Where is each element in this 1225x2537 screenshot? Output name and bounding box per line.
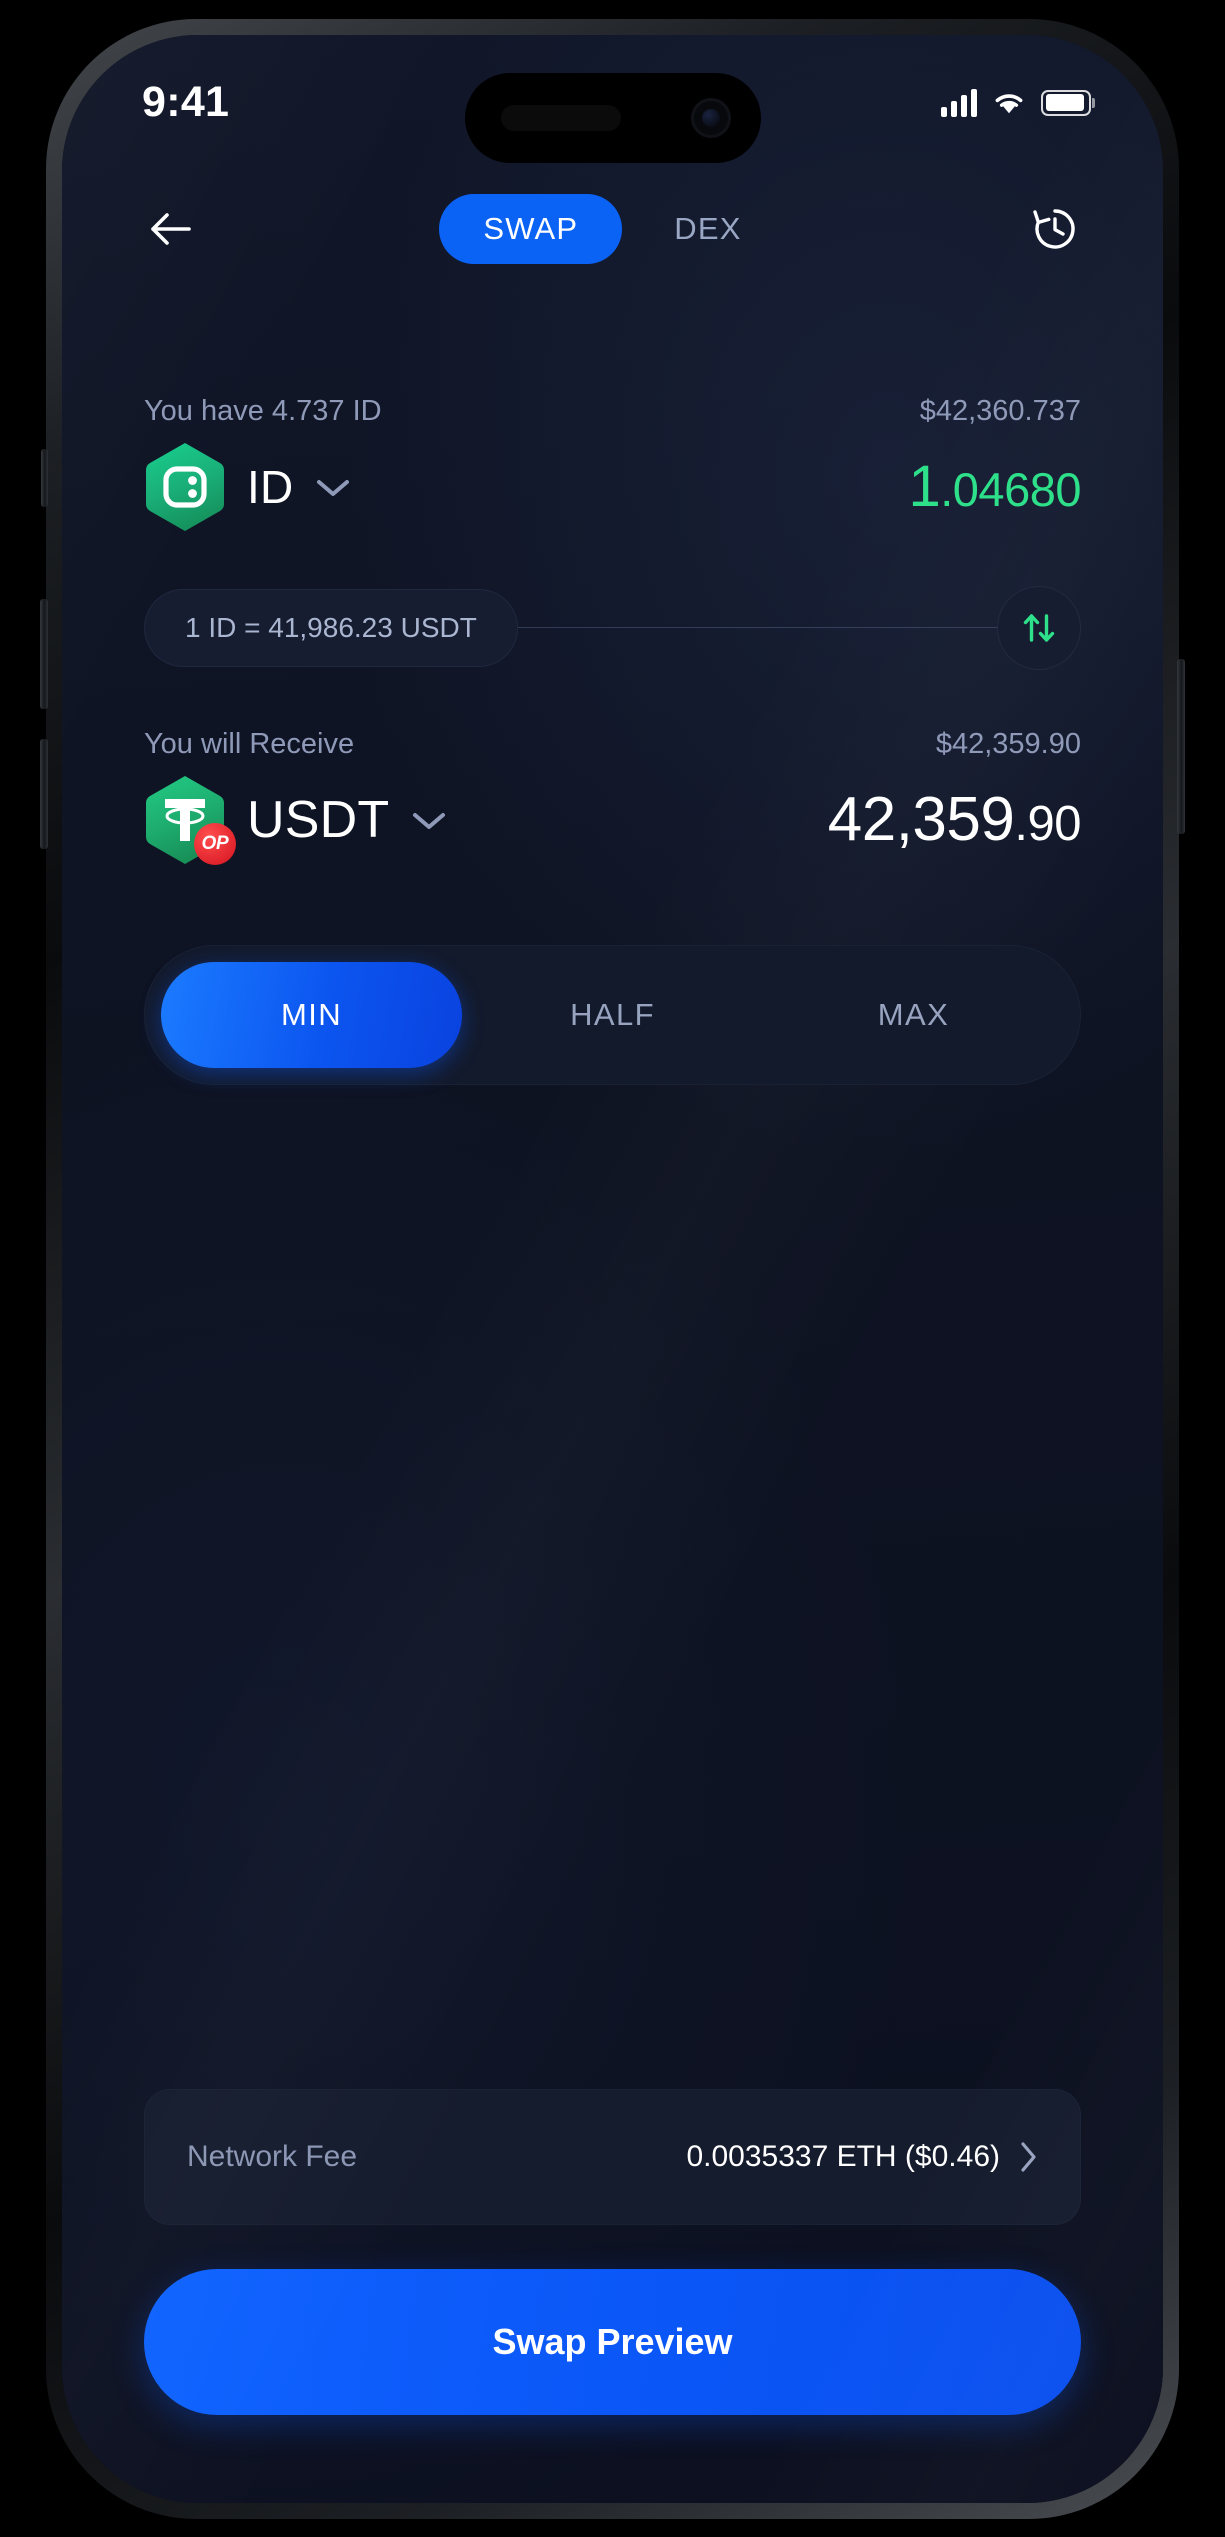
status-time: 9:41 (142, 78, 230, 126)
receive-label: You will Receive (144, 727, 355, 760)
back-arrow-icon (151, 212, 191, 245)
tab-dex[interactable]: DEX (630, 194, 785, 264)
usdt-token-icon: OP (144, 775, 236, 865)
dynamic-island (464, 72, 761, 163)
tab-swap[interactable]: SWAP (439, 193, 623, 264)
from-labels: You have 4.737 ID $42,360.737 (144, 395, 1081, 428)
chevron-down-icon (413, 812, 446, 829)
to-token-row: OP USDT 42,359.90 (144, 775, 1081, 865)
power-button[interactable] (1177, 658, 1185, 834)
front-camera-icon (690, 97, 731, 138)
to-fiat-value: $42,359.90 (935, 727, 1081, 760)
swap-direction-button[interactable] (997, 585, 1081, 670)
optimism-network-badge: OP (194, 822, 236, 865)
exchange-rate-strip: 1 ID = 41,986.23 USDT (144, 585, 1081, 670)
to-amount-integer: 42,359 (827, 785, 1015, 854)
history-clock-icon (1033, 208, 1075, 249)
status-indicators (941, 88, 1091, 117)
navigation-bar: SWAP DEX (62, 183, 1163, 275)
volume-down-button[interactable] (40, 738, 48, 849)
segment-half[interactable]: HALF (462, 962, 763, 1068)
rate-divider-line (517, 627, 997, 628)
history-button[interactable] (1025, 199, 1085, 259)
wifi-icon (995, 93, 1023, 113)
from-amount-decimal: .04680 (940, 463, 1081, 516)
battery-icon (1041, 89, 1091, 116)
chevron-down-icon (317, 479, 350, 496)
to-amount-decimal: .90 (1014, 797, 1081, 851)
segment-max[interactable]: MAX (763, 962, 1064, 1068)
to-amount[interactable]: 42,359.90 (827, 784, 1082, 855)
segment-min[interactable]: MIN (161, 961, 462, 1068)
from-amount[interactable]: 1.04680 (908, 453, 1081, 520)
to-labels: You will Receive $42,359.90 (144, 728, 1081, 761)
swap-form: You have 4.737 ID $42,360.737 ID 1.04680… (62, 275, 1163, 2503)
silent-switch[interactable] (41, 448, 48, 507)
to-token-symbol: USDT (247, 790, 390, 849)
to-token-selector[interactable]: OP USDT (144, 775, 448, 865)
mode-tabs: SWAP DEX (200, 193, 1025, 264)
from-token-symbol: ID (247, 460, 294, 513)
from-token-selector[interactable]: ID (144, 442, 352, 532)
from-amount-integer: 1 (908, 454, 941, 519)
earpiece-speaker (500, 104, 621, 131)
back-button[interactable] (140, 199, 200, 259)
from-fiat-value: $42,360.737 (919, 394, 1081, 427)
phone-frame: 9:41 SWAP DEX You have 4.737 ID $42,360.… (40, 18, 1185, 2519)
phone-screen: 9:41 SWAP DEX You have 4.737 ID $42,360.… (62, 34, 1163, 2503)
volume-up-button[interactable] (40, 598, 48, 709)
from-token-row: ID 1.04680 (144, 442, 1081, 532)
swap-vertical-arrows-icon (1023, 613, 1055, 642)
exchange-rate-pill: 1 ID = 41,986.23 USDT (144, 588, 518, 667)
from-token-chevron (314, 475, 352, 499)
to-token-chevron (410, 808, 448, 832)
id-token-icon (144, 442, 226, 532)
cellular-signal-icon (941, 88, 977, 117)
balance-label: You have 4.737 ID (144, 394, 382, 427)
amount-selector: MIN HALF MAX (144, 944, 1081, 1085)
